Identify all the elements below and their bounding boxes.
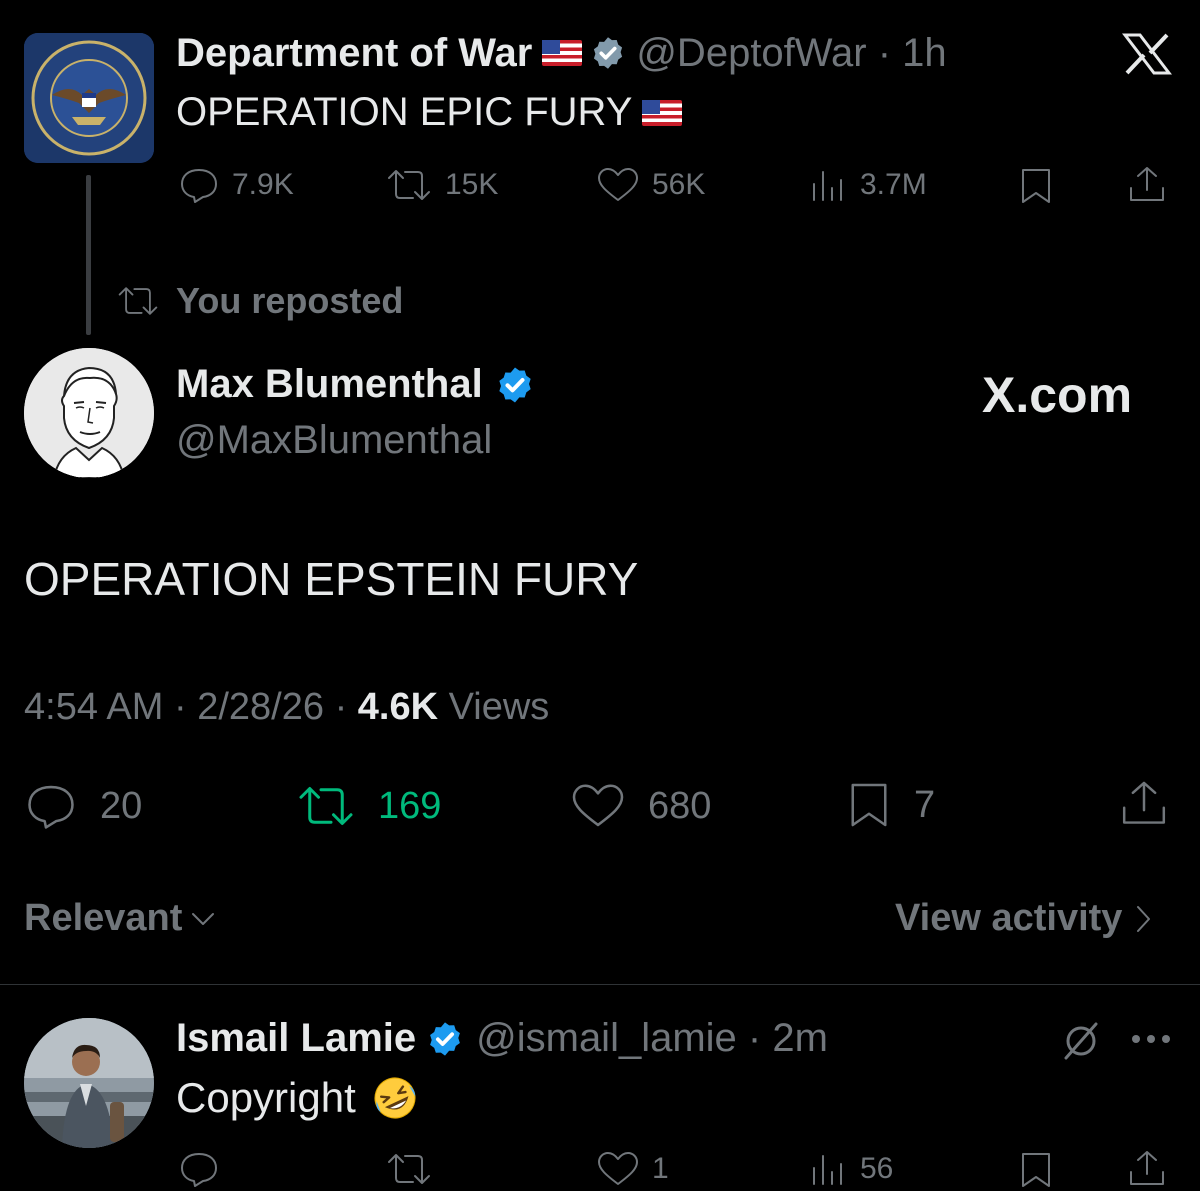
repost-icon <box>299 787 353 825</box>
reply-view-count: 56 <box>860 1152 894 1185</box>
quoted-views-button[interactable]: 3.7M <box>808 166 927 204</box>
grok-icon[interactable] <box>1058 1018 1104 1064</box>
quoted-post-text[interactable]: OPERATION EPIC FURY <box>176 90 683 135</box>
reply-avatar[interactable] <box>24 1018 154 1148</box>
chevron-right-icon <box>1137 905 1151 932</box>
repost-icon <box>388 170 430 200</box>
rofl-emoji-icon <box>374 1077 416 1119</box>
dod-seal-icon <box>24 33 154 163</box>
reply-author-row[interactable]: Ismail Lamie @ismail_lamie · 2m <box>176 1016 828 1061</box>
verified-badge-icon <box>430 1021 461 1056</box>
repost-icon[interactable] <box>385 1150 433 1188</box>
reply-text: Copyright <box>176 1074 420 1122</box>
like-icon <box>598 1152 638 1185</box>
x-logo-icon <box>1122 33 1172 75</box>
post-date: 2/28/26 <box>197 686 324 728</box>
share-icon[interactable] <box>1126 164 1168 206</box>
dod-avatar[interactable] <box>24 33 154 163</box>
separator-dot: · <box>334 686 358 728</box>
main-bookmark-button[interactable]: 7 <box>846 780 935 830</box>
reply-icon <box>181 169 217 203</box>
quoted-post-time: 1h <box>902 30 947 75</box>
main-author-handle[interactable]: @MaxBlumenthal <box>176 418 492 463</box>
verified-badge-icon <box>499 367 531 402</box>
bookmark-icon[interactable] <box>1018 166 1054 206</box>
main-like-count: 680 <box>648 784 712 827</box>
main-post-text: OPERATION EPSTEIN FURY <box>24 553 639 605</box>
main-reply-count: 20 <box>100 784 143 827</box>
reply-author-name[interactable]: Ismail Lamie <box>176 1016 416 1061</box>
us-flag-icon <box>542 40 583 66</box>
quoted-repost-button[interactable]: 15K <box>385 166 498 204</box>
bookmark-icon <box>851 783 887 827</box>
views-icon <box>813 171 842 201</box>
repost-banner: You reposted <box>116 280 403 322</box>
quoted-view-count: 3.7M <box>860 168 927 201</box>
repost-icon <box>118 287 158 315</box>
photo-portrait-icon <box>24 1018 154 1148</box>
divider <box>0 984 1200 985</box>
quoted-like-count: 56K <box>652 168 706 201</box>
quoted-author-name[interactable]: Department of War <box>176 31 532 76</box>
quoted-reply-count: 7.9K <box>232 168 294 201</box>
view-activity-label: View activity <box>895 897 1123 939</box>
max-avatar[interactable] <box>24 348 154 478</box>
reply-time: 2m <box>772 1016 828 1060</box>
like-icon <box>598 168 638 201</box>
quoted-author-row[interactable]: Department of War @DeptofWar · 1h <box>176 30 947 76</box>
separator-dot: · <box>736 1016 773 1060</box>
quoted-post-text-content: OPERATION EPIC FURY <box>176 90 633 134</box>
main-author-name[interactable]: Max Blumenthal <box>176 362 483 407</box>
share-icon[interactable] <box>1126 1148 1168 1190</box>
thread-line <box>86 175 91 335</box>
more-icon[interactable] <box>1130 1032 1172 1046</box>
reply-views-button[interactable]: 56 <box>808 1150 893 1188</box>
quoted-author-handle[interactable]: @DeptofWar <box>636 31 866 76</box>
repost-banner-text: You reposted <box>176 280 404 321</box>
reply-like-button[interactable]: 1 <box>596 1150 669 1188</box>
xcom-watermark: X.com <box>982 367 1133 423</box>
main-reply-button[interactable]: 20 <box>24 782 142 830</box>
post-time: 4:54 AM <box>24 686 164 728</box>
sketch-portrait-icon <box>24 348 154 478</box>
main-author-row[interactable]: Max Blumenthal <box>176 362 535 407</box>
share-icon[interactable] <box>1118 778 1170 830</box>
us-flag-icon <box>642 99 683 126</box>
separator-dot: · <box>866 30 903 75</box>
views-count: 4.6K <box>357 686 439 728</box>
main-repost-count: 169 <box>378 784 442 827</box>
main-repost-button[interactable]: 169 <box>296 782 441 830</box>
verified-badge-icon <box>594 37 623 69</box>
reply-icon[interactable] <box>178 1150 220 1188</box>
reply-icon <box>28 785 74 829</box>
quoted-like-button[interactable]: 56K <box>596 166 705 204</box>
reply-author-handle[interactable]: @ismail_lamie <box>476 1016 737 1061</box>
quoted-repost-count: 15K <box>445 168 499 201</box>
bookmark-icon[interactable] <box>1018 1150 1054 1190</box>
post-meta: 4:54 AM · 2/28/26 · 4.6K Views <box>24 686 549 729</box>
main-bookmark-count: 7 <box>914 783 936 826</box>
views-icon <box>813 1155 842 1185</box>
sort-dropdown[interactable]: Relevant <box>24 897 216 940</box>
chevron-down-icon <box>192 912 215 925</box>
view-activity-link[interactable]: View activity <box>895 897 1152 940</box>
separator-dot: · <box>173 686 198 728</box>
reply-like-count: 1 <box>652 1152 669 1185</box>
like-icon <box>572 784 624 827</box>
sort-label: Relevant <box>24 897 183 939</box>
main-like-button[interactable]: 680 <box>570 782 711 830</box>
views-label[interactable]: Views <box>449 686 550 728</box>
reply-text-content: Copyright <box>176 1074 356 1121</box>
quoted-reply-button[interactable]: 7.9K <box>178 166 294 204</box>
